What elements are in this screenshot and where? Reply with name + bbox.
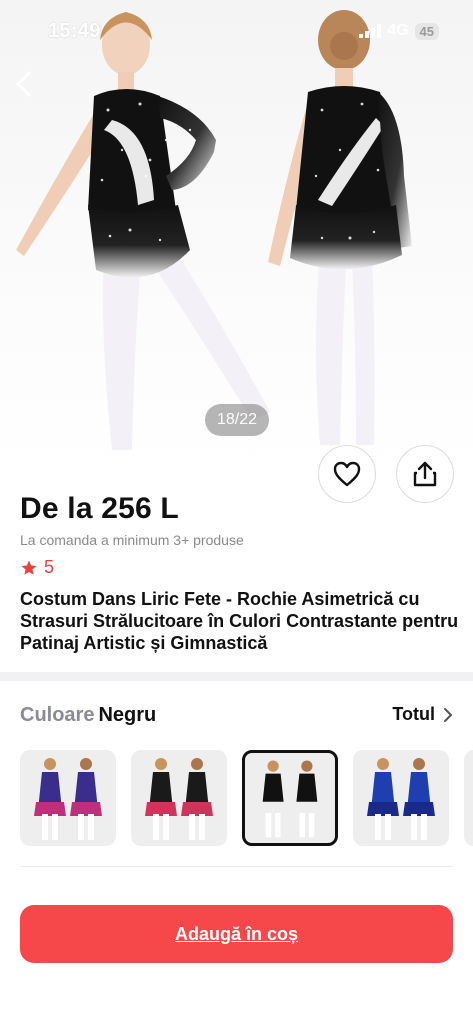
star-icon — [21, 560, 37, 575]
chevron-left-icon — [16, 71, 31, 97]
selected-color: Negru — [98, 704, 157, 726]
product-price: De la 256 L — [20, 492, 179, 525]
share-button[interactable] — [396, 445, 454, 503]
section-separator — [0, 672, 473, 681]
color-option[interactable] — [464, 750, 473, 846]
see-all-label: Totul — [392, 704, 435, 724]
divider — [20, 866, 453, 867]
network-type: 4G — [387, 22, 409, 39]
share-icon — [413, 461, 437, 487]
add-to-cart-button[interactable]: Adaugă în coș — [20, 905, 453, 963]
status-bar: 15:49 4G 45 — [0, 0, 473, 60]
color-options-list — [20, 750, 473, 846]
color-option-image — [34, 758, 102, 840]
back-button[interactable] — [8, 66, 40, 102]
minimum-order-note: La comanda a minimum 3+ produse — [20, 532, 244, 548]
rating-value: 5 — [44, 557, 55, 577]
color-option[interactable] — [131, 750, 227, 846]
chevron-right-icon — [444, 707, 452, 722]
see-all-colors-link[interactable]: Totul — [392, 704, 453, 725]
product-page: 15:49 4G 45 18/22 De la 256 L La comanda… — [0, 0, 473, 1024]
color-label: Culoare — [20, 704, 95, 726]
favorite-button[interactable] — [318, 445, 376, 503]
battery-level: 45 — [414, 22, 439, 40]
product-image-gallery[interactable]: 15:49 4G 45 18/22 — [0, 0, 473, 472]
gallery-counter: 18/22 — [205, 404, 269, 436]
rating[interactable]: 5 — [20, 557, 54, 578]
color-option[interactable] — [353, 750, 449, 846]
product-title: Costum Dans Liric Fete - Rochie Asimetri… — [20, 589, 459, 653]
color-selector-header: Culoare Negru Totul — [20, 704, 453, 730]
status-time: 15:49 — [48, 20, 101, 42]
product-photo-front — [16, 10, 412, 450]
signal-icon — [359, 24, 382, 38]
color-option-selected[interactable] — [242, 750, 338, 846]
color-option-image — [145, 758, 213, 840]
color-option-image — [258, 760, 322, 838]
status-indicators: 4G 45 — [359, 22, 439, 40]
heart-icon — [333, 461, 361, 487]
color-option[interactable] — [20, 750, 116, 846]
color-option-image — [367, 758, 435, 840]
